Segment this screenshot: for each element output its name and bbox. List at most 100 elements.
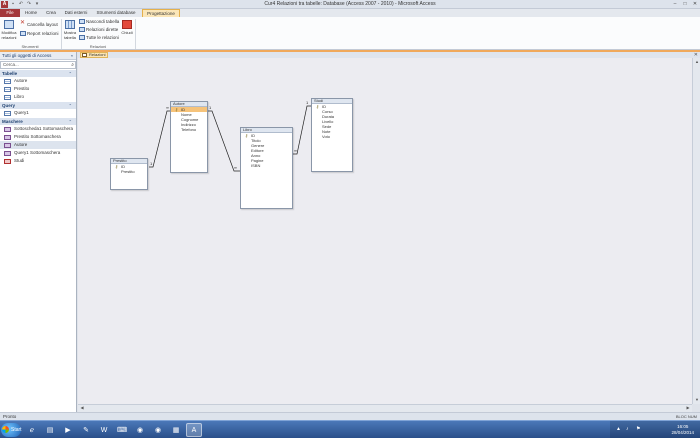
status-bar: Pronto BLOC NUM xyxy=(0,412,700,420)
chevron-left-icon[interactable]: « xyxy=(71,52,73,60)
nav-item-libro-table[interactable]: Libro xyxy=(0,93,76,101)
horizontal-scrollbar[interactable]: ◀ ▶ xyxy=(78,404,692,412)
save-icon[interactable]: ▪ xyxy=(10,1,16,7)
folder-icon[interactable]: ▦ xyxy=(168,423,184,437)
all-relations-icon xyxy=(79,35,85,40)
nav-item-prestito-table[interactable]: Prestito xyxy=(0,85,76,93)
close-relations-icon xyxy=(122,20,132,29)
taskbar: Start ℯ ▤ ▶ ✎ W ⌨ ◉ ◉ ▦ A ▲ ♪ ⚑ 16:05 28… xyxy=(0,420,700,438)
scroll-up-icon[interactable]: ▲ xyxy=(693,58,700,66)
tab-crea[interactable]: Crea xyxy=(42,9,60,17)
tab-home[interactable]: Home xyxy=(22,9,40,17)
network-tray-icon[interactable]: ▲ xyxy=(616,426,621,432)
table-icon xyxy=(4,78,11,84)
scroll-left-icon[interactable]: ◀ xyxy=(78,404,86,412)
field-item[interactable]: Telefono xyxy=(171,127,207,132)
close-button[interactable]: ✕ xyxy=(692,1,698,7)
hide-table-icon xyxy=(79,19,85,24)
volume-icon[interactable]: ♪ xyxy=(626,426,629,432)
form-icon xyxy=(4,158,11,164)
chrome-icon[interactable]: ◉ xyxy=(132,423,148,437)
report-relazioni-button[interactable]: Report relazioni xyxy=(20,31,59,36)
customize-icon[interactable]: ▾ xyxy=(34,1,40,7)
word-icon[interactable]: W xyxy=(96,423,112,437)
tab-progettazione[interactable]: Progettazione xyxy=(142,9,180,17)
relation-one-label: 1 xyxy=(209,105,212,110)
status-text: Pronto xyxy=(3,414,17,419)
query-icon xyxy=(4,110,11,116)
access-logo-icon[interactable]: A xyxy=(1,1,8,8)
nav-section-query[interactable]: Query ⌃ xyxy=(0,102,76,109)
relation-one-label: 1 xyxy=(150,161,153,166)
scroll-down-icon[interactable]: ▼ xyxy=(693,396,700,404)
explorer-icon[interactable]: ▤ xyxy=(42,423,58,437)
report-icon xyxy=(20,31,26,36)
nav-item-form[interactable]: Studi xyxy=(0,157,76,165)
field-item[interactable]: Prestito xyxy=(111,169,147,174)
flag-icon[interactable]: ⚑ xyxy=(636,426,640,432)
relationships-canvas[interactable]: 1 ∞ 1 ∞ ∞ 1 Prestito ID Prestito Autore … xyxy=(78,58,692,404)
navigation-pane: Tutti gli oggetti di Access « Cerca... ⌕… xyxy=(0,52,77,412)
nascondi-tabella-button[interactable]: Nascondi tabella xyxy=(79,19,119,24)
nav-item-form[interactable]: Sottoscheda1 Sottomaschera xyxy=(0,125,76,133)
start-button[interactable]: Start xyxy=(1,423,22,437)
ribbon-tabs: File Home Crea Dati esterni Strumenti da… xyxy=(0,9,700,17)
nav-pane-header[interactable]: Tutti gli oggetti di Access « xyxy=(0,52,76,60)
form-icon xyxy=(4,142,11,148)
group-label-relazioni: Relazioni xyxy=(89,44,107,49)
window-controls: – □ ✕ xyxy=(672,1,698,7)
nav-item-form[interactable]: Prestito Sottomaschera xyxy=(0,133,76,141)
maximize-button[interactable]: □ xyxy=(682,1,688,7)
modifica-relazioni-button[interactable]: Modifica relazioni xyxy=(1,20,17,40)
nav-section-tabelle[interactable]: Tabelle ⌃ xyxy=(0,70,76,77)
nav-item-query1[interactable]: Query1 xyxy=(0,109,76,117)
tab-file[interactable]: File xyxy=(0,9,20,17)
media-icon[interactable]: ▶ xyxy=(60,423,76,437)
field-list-autore[interactable]: Autore ID Nome Cognome Indirizzo Telefon… xyxy=(170,101,208,173)
tutte-relazioni-button[interactable]: Tutte le relazioni xyxy=(79,35,119,40)
chevron-up-icon: ⌃ xyxy=(68,103,72,108)
relation-line-libro-studi xyxy=(293,105,311,155)
tab-dati-esterni[interactable]: Dati esterni xyxy=(62,9,90,17)
field-list-prestito[interactable]: Prestito ID Prestito xyxy=(110,158,148,190)
nav-item-form[interactable]: Query1 Sottomaschera xyxy=(0,149,76,157)
chiudi-button[interactable]: Chiudi xyxy=(119,20,135,35)
windows-logo-icon xyxy=(2,426,9,433)
network-icon[interactable]: ⌨ xyxy=(114,423,130,437)
tab-strumenti-database[interactable]: Strumenti database xyxy=(92,9,140,17)
nav-section-maschere[interactable]: Maschere ⌃ xyxy=(0,118,76,125)
relation-many-label: ∞ xyxy=(166,105,169,110)
form-icon xyxy=(4,134,11,140)
scroll-right-icon[interactable]: ▶ xyxy=(684,404,692,412)
table-icon xyxy=(4,86,11,92)
title-bar: A ▪ ↶ ↷ ▾ Cur4 Relazioni tra tabelle: Da… xyxy=(0,0,700,9)
minimize-button[interactable]: – xyxy=(672,1,678,7)
clear-layout-icon: ✕ xyxy=(20,20,26,26)
nav-search-input[interactable]: Cerca... ⌕ xyxy=(0,61,76,69)
nav-item-form-selected[interactable]: Autore xyxy=(0,141,76,149)
search-icon[interactable]: ⌕ xyxy=(71,62,74,68)
ribbon: Modifica relazioni ✕ Cancella layout Rep… xyxy=(0,17,700,50)
field-list-studi[interactable]: Studi ID Corso Durata Livello Sede Note … xyxy=(311,98,353,172)
show-table-icon xyxy=(65,20,75,29)
field-item[interactable]: ISBN xyxy=(241,163,292,168)
relazioni-dirette-button[interactable]: Relazioni dirette xyxy=(79,27,118,32)
undo-icon[interactable]: ↶ xyxy=(18,1,24,7)
ribbon-separator xyxy=(135,19,136,49)
nav-item-autore-table[interactable]: Autore xyxy=(0,77,76,85)
field-list-libro[interactable]: Libro ID Titolo Genere Editore Anno Pagi… xyxy=(240,127,293,209)
vertical-scrollbar[interactable]: ▲ ▼ xyxy=(692,58,700,404)
chevron-up-icon: ⌃ xyxy=(68,119,72,124)
ie-icon[interactable]: ℯ xyxy=(24,423,40,437)
relation-line-autore-libro xyxy=(208,110,240,172)
redo-icon[interactable]: ↷ xyxy=(26,1,32,7)
notepad-icon[interactable]: ✎ xyxy=(78,423,94,437)
cancella-layout-button[interactable]: ✕ Cancella layout xyxy=(20,20,58,27)
edit-relations-icon xyxy=(4,20,14,29)
chrome-icon[interactable]: ◉ xyxy=(150,423,166,437)
mostra-tabella-button[interactable]: Mostra tabella xyxy=(62,20,78,40)
relation-many-label: ∞ xyxy=(234,165,237,170)
clock[interactable]: 16:05 28/04/2014 xyxy=(671,424,694,436)
field-item[interactable]: Voto xyxy=(312,134,352,139)
access-icon[interactable]: A xyxy=(186,423,202,437)
